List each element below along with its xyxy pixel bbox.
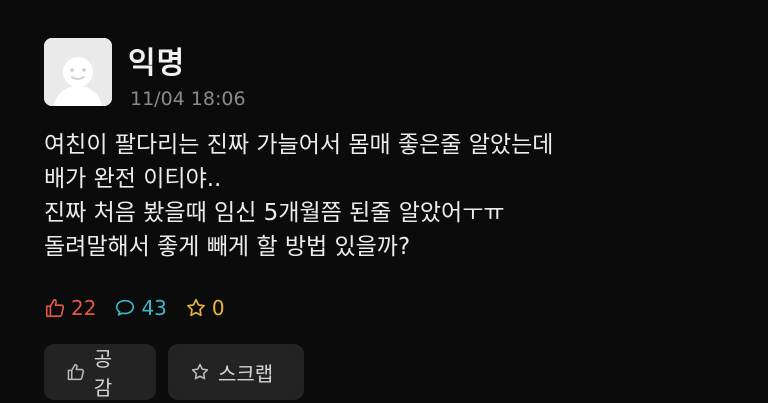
post-timestamp: 11/04 18:06 (130, 88, 246, 110)
post-body-line: 배가 완전 이티야.. (44, 166, 222, 192)
scrap-count: 0 (211, 296, 225, 320)
author-name: 익명 (128, 46, 186, 81)
post-body-line: 여친이 팔다리는 진짜 가늘어서 몸매 좋은줄 알았는데 (44, 132, 554, 158)
comment-count: 43 (141, 296, 167, 320)
star-icon (187, 298, 205, 317)
empathy-button[interactable]: 공감 (44, 344, 156, 400)
post-stats: 22 43 0 (44, 296, 243, 320)
speech-bubble-icon (116, 299, 135, 316)
scrap-button-label: 스크랩 (218, 361, 274, 386)
thumbs-up-icon (67, 363, 85, 381)
scrap-count-stat: 0 (185, 296, 225, 320)
post-body-line: 돌려말해서 좋게 빼게 할 방법 있을까? (44, 234, 411, 260)
like-count: 22 (71, 296, 97, 320)
post-card: 익명 11/04 18:06 여친이 팔다리는 진짜 가늘어서 몸매 좋은줄 알… (0, 0, 768, 403)
star-icon (191, 363, 209, 380)
like-count-stat: 22 (44, 296, 96, 320)
thumbs-up-icon (45, 298, 65, 318)
post-actions: 공감 스크랩 (44, 344, 316, 400)
empathy-button-label: 공감 (93, 347, 113, 400)
post-body-line: 진짜 처음 봤을때 임신 5개월쯤 된줄 알았어ㅜㅠ (44, 200, 505, 226)
user-avatar-icon (44, 38, 112, 106)
comment-count-stat: 43 (114, 296, 167, 320)
post-body: 여친이 팔다리는 진짜 가늘어서 몸매 좋은줄 알았는데 배가 완전 이티야..… (44, 128, 744, 264)
scrap-button[interactable]: 스크랩 (168, 344, 304, 400)
